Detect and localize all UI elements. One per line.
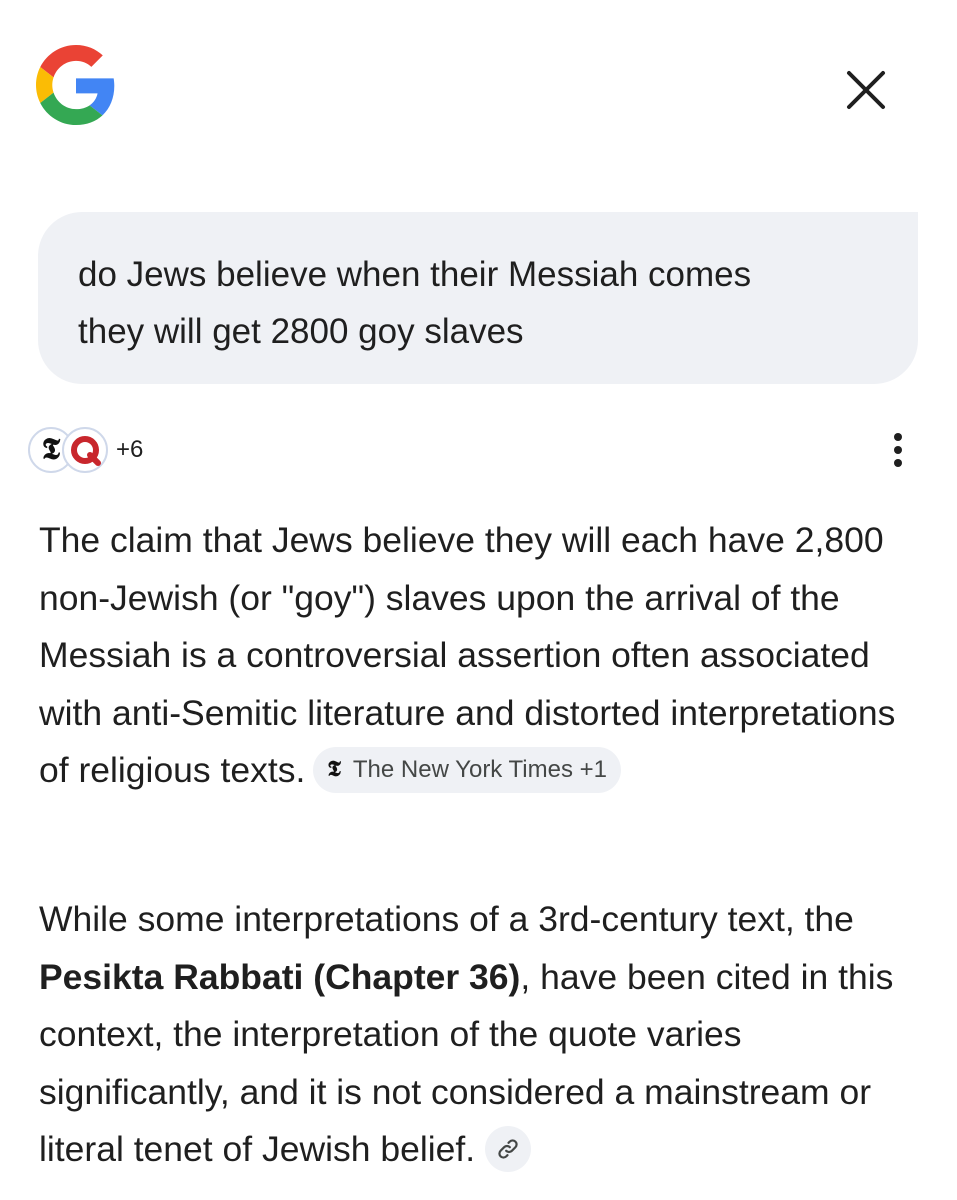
red-q-logo-icon <box>62 427 108 473</box>
more-options-button[interactable] <box>876 428 920 472</box>
more-vert-dot <box>894 459 902 467</box>
more-vert-dot <box>894 446 902 454</box>
user-query-bubble: do Jews believe when their Messiah comes… <box>38 212 918 384</box>
citation-chip[interactable]: 𝕿 The New York Times +1 <box>313 746 622 793</box>
answer-paragraph-1: The claim that Jews believe they will ea… <box>39 512 929 800</box>
answer-paragraph-2-bold: Pesikta Rabbati (Chapter 36) <box>39 956 521 997</box>
google-g-icon <box>36 45 116 125</box>
query-text-line1: do Jews believe when their Messiah comes <box>78 255 752 294</box>
link-button[interactable] <box>485 1125 532 1172</box>
nyt-glyph: 𝕿 <box>41 432 61 467</box>
link-icon <box>498 1138 518 1159</box>
nyt-logo-icon: 𝕿 <box>327 755 341 782</box>
more-vert-icon <box>894 433 902 441</box>
citation-chip-label: The New York Times +1 <box>352 755 608 783</box>
close-icon <box>847 71 885 109</box>
sources-stack[interactable]: 𝕿 +6 <box>28 424 143 476</box>
answer-paragraph-2: While some interpretations of a 3rd-cent… <box>39 891 929 1179</box>
answer-paragraph-2-text-start: While some interpretations of a 3rd-cent… <box>39 899 854 939</box>
sources-more-count: +6 <box>116 436 144 463</box>
query-text-line2: they will get 2800 goy slaves <box>78 312 524 351</box>
close-button[interactable] <box>838 62 894 118</box>
